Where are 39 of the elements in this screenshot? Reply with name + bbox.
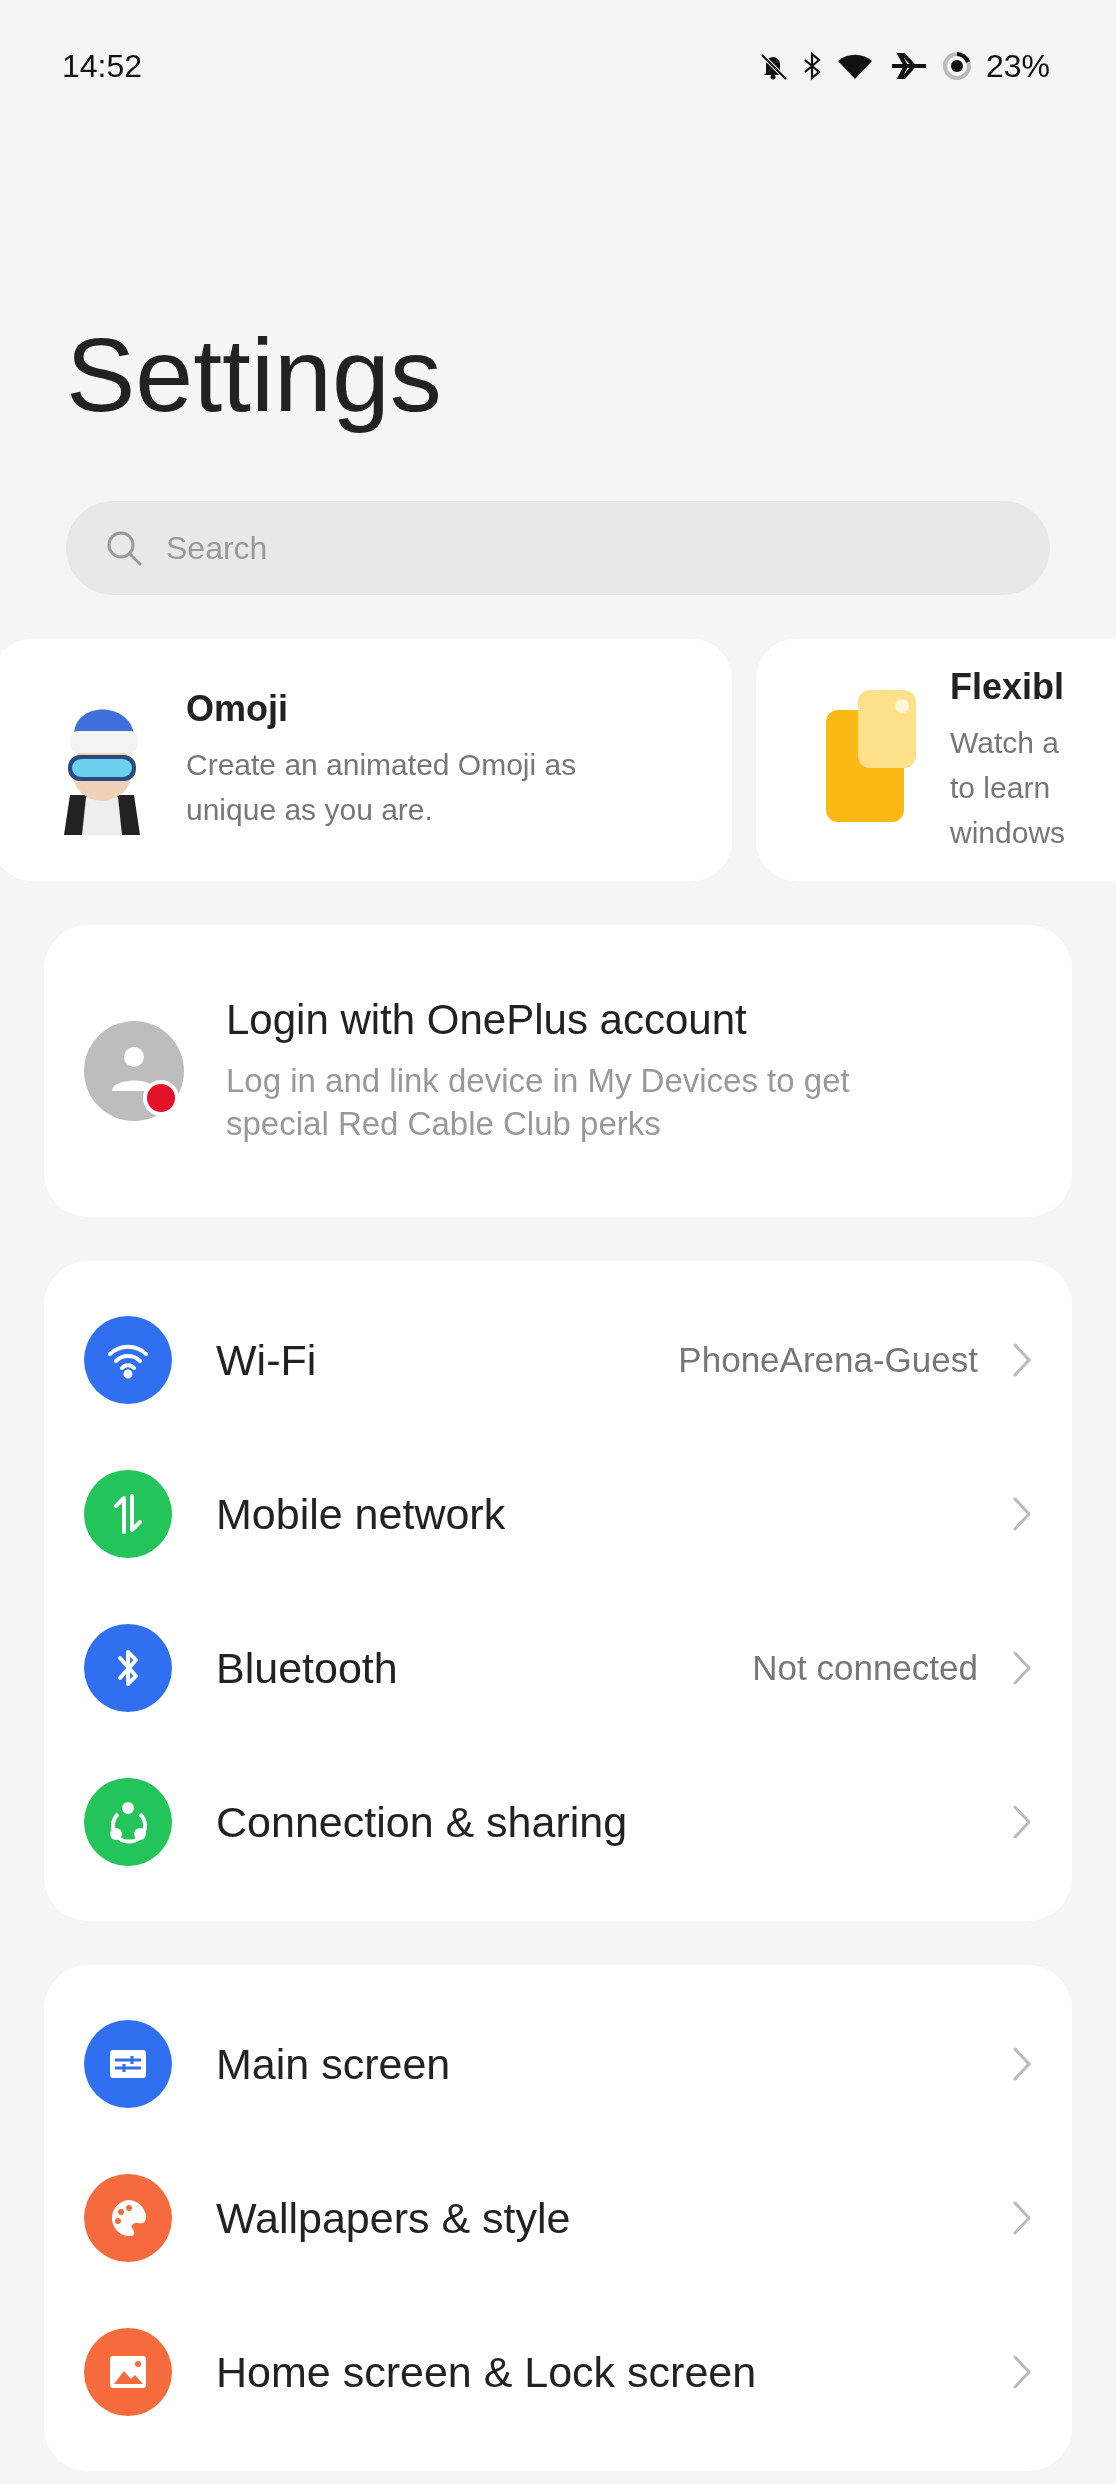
battery-percentage: 23% xyxy=(985,47,1050,85)
settings-row[interactable]: Wallpapers & style xyxy=(44,2141,1072,2296)
search-field[interactable]: Search xyxy=(164,517,1012,580)
promo-title: Flexibl xyxy=(950,665,1066,708)
settings-row[interactable]: Main screen xyxy=(44,1987,1072,2142)
row-label: Wi-Fi xyxy=(216,1335,318,1385)
settings-row[interactable]: Home screen & Lock screen xyxy=(44,2295,1072,2450)
promo-description: Watch a to learn windows xyxy=(950,724,1066,851)
row-label: Connection & sharing xyxy=(216,1797,629,1847)
account-card[interactable]: Login with OnePlus account Log in and link device in My Devices to get special Red Cable Club perks xyxy=(44,925,1072,1218)
chevron-right-icon xyxy=(1012,1342,1032,1379)
promo-card[interactable]: Flexibl Watch a to learn windows xyxy=(756,639,1116,882)
promo-card[interactable]: Omoji Create an animated Omoji as unique as you are. xyxy=(0,639,732,882)
chevron-right-icon xyxy=(1012,1650,1032,1687)
row-value: Not connected xyxy=(752,1648,978,1689)
account-description: Log in and link device in My Devices to get special Red Cable Club perks xyxy=(226,1061,851,1145)
chevron-right-icon xyxy=(1012,2200,1032,2237)
battery-ring-icon xyxy=(941,51,972,81)
account-title: Login with OnePlus account xyxy=(226,996,748,1045)
airplane-icon xyxy=(889,51,928,81)
row-label: Main screen xyxy=(216,2039,452,2089)
row-value: PhoneArena-Guest xyxy=(678,1340,978,1381)
chevron-right-icon xyxy=(1012,2046,1032,2083)
settings-row[interactable]: Connection & sharing xyxy=(44,1745,1072,1900)
page-title: Settings xyxy=(66,316,442,435)
row-label: Wallpapers & style xyxy=(216,2193,572,2243)
status-time: 14:52 xyxy=(62,47,143,85)
settings-row[interactable]: Mobile network xyxy=(44,1437,1072,1592)
promo-title: Omoji xyxy=(186,688,289,731)
row-label: Mobile network xyxy=(216,1489,507,1539)
settings-row[interactable]: Bluetooth Not connected xyxy=(44,1591,1072,1746)
search-bar[interactable]: Search xyxy=(66,501,1050,596)
chevron-right-icon xyxy=(1012,2354,1032,2391)
row-label: Bluetooth xyxy=(216,1643,399,1693)
chevron-right-icon xyxy=(1012,1496,1032,1533)
row-label: Home screen & Lock screen xyxy=(216,2347,758,2397)
promo-description: Create an animated Omoji as unique as you are. xyxy=(186,747,577,829)
chevron-right-icon xyxy=(1012,1804,1032,1841)
settings-row[interactable]: Wi-Fi PhoneArena-Guest xyxy=(44,1283,1072,1438)
